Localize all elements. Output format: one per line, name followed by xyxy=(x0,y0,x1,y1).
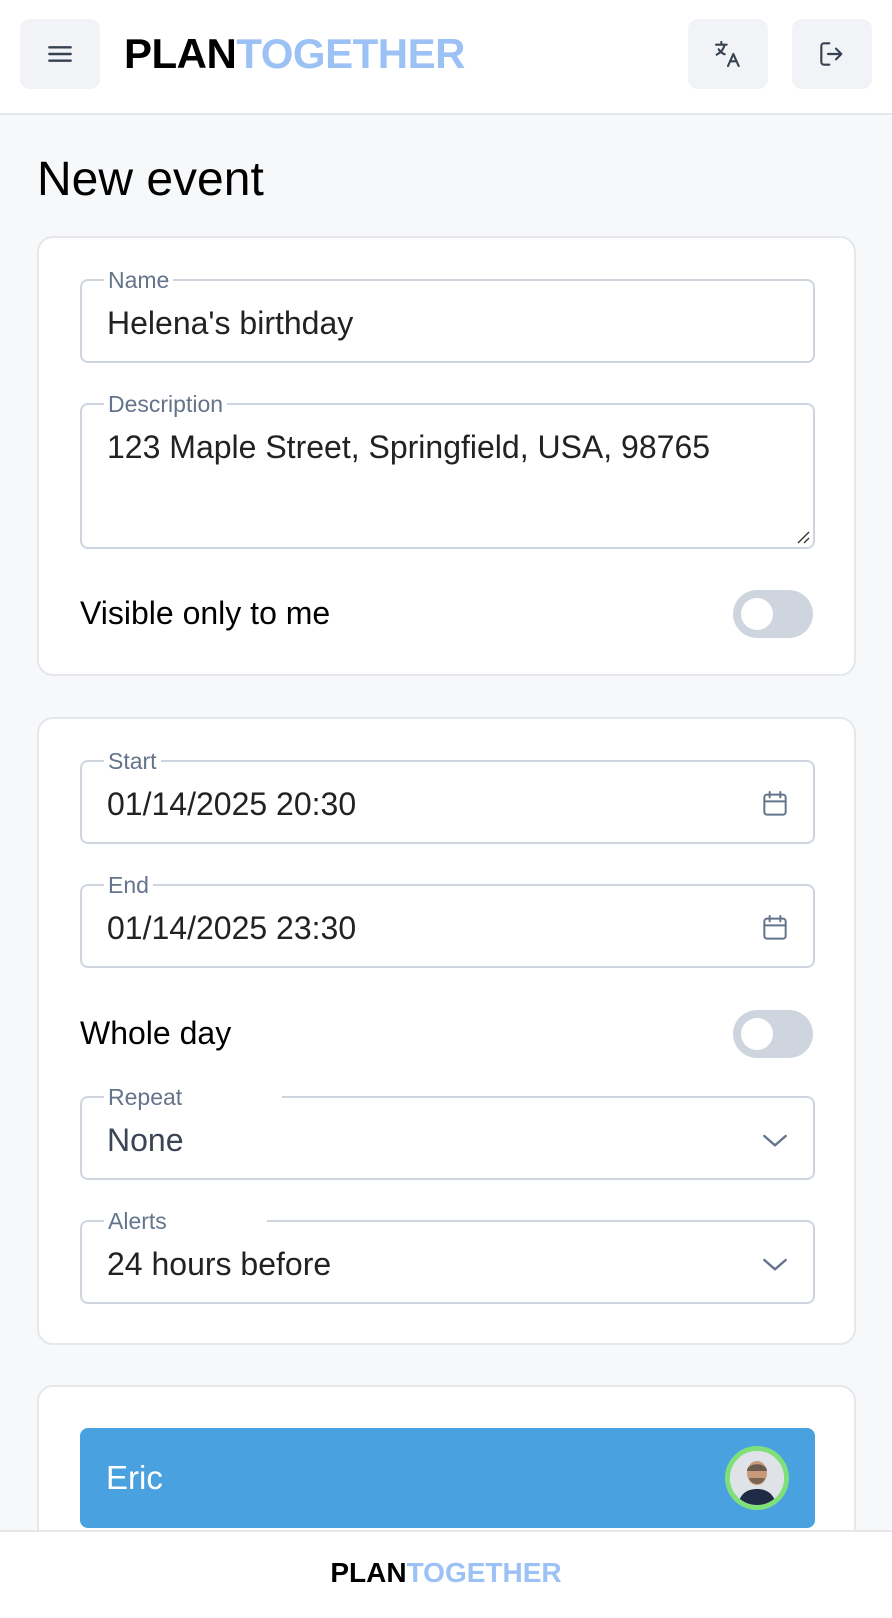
end-field-value[interactable]: 01/14/2025 23:30 xyxy=(107,910,356,946)
chevron-down-icon[interactable] xyxy=(759,1124,791,1156)
repeat-select-label: Repeat xyxy=(104,1084,283,1110)
whole-day-label: Whole day xyxy=(80,1015,232,1051)
event-details-card: Name Helena's birthday Description 123 M… xyxy=(37,236,856,676)
repeat-select-value: None xyxy=(107,1122,184,1158)
bottom-bar: PLANTOGETHER xyxy=(0,1530,892,1618)
visible-only-label: Visible only to me xyxy=(80,595,331,631)
alerts-select-label: Alerts xyxy=(104,1208,267,1234)
start-field-label: Start xyxy=(104,748,161,774)
description-field[interactable]: Description 123 Maple Street, Springfiel… xyxy=(80,391,815,549)
alerts-select[interactable]: Alerts 24 hours before xyxy=(80,1208,815,1304)
visible-only-toggle[interactable] xyxy=(733,590,813,638)
participant-item[interactable]: Eric xyxy=(80,1428,815,1528)
repeat-select[interactable]: Repeat None xyxy=(80,1084,815,1180)
end-field[interactable]: End 01/14/2025 23:30 xyxy=(80,872,815,968)
brand-plan: PLAN xyxy=(124,30,237,77)
footer-brand-plan: PLAN xyxy=(330,1557,407,1588)
name-field-value[interactable]: Helena's birthday xyxy=(107,305,353,341)
chevron-down-icon[interactable] xyxy=(759,1248,791,1280)
toggle-knob xyxy=(741,598,773,630)
end-field-label: End xyxy=(104,872,153,898)
menu-button[interactable] xyxy=(20,19,100,89)
top-bar: PLANTOGETHER xyxy=(0,0,892,115)
description-field-value[interactable]: 123 Maple Street, Springfield, USA, 9876… xyxy=(107,429,710,465)
page-title: New event xyxy=(37,153,264,206)
app-logo[interactable]: PLANTOGETHER xyxy=(124,32,465,76)
start-field[interactable]: Start 01/14/2025 20:30 xyxy=(80,748,815,844)
whole-day-toggle[interactable] xyxy=(733,1010,813,1058)
avatar xyxy=(725,1446,789,1510)
description-field-label: Description xyxy=(104,391,228,417)
start-field-value[interactable]: 01/14/2025 20:30 xyxy=(107,786,356,822)
language-button[interactable] xyxy=(688,19,768,89)
event-schedule-card: Start 01/14/2025 20:30 End 01/14/2025 23… xyxy=(37,717,856,1345)
toggle-knob xyxy=(741,1018,773,1050)
resize-handle-icon[interactable] xyxy=(795,529,811,545)
logout-button[interactable] xyxy=(792,19,872,89)
alerts-select-value: 24 hours before xyxy=(107,1246,332,1282)
participant-name: Eric xyxy=(106,1459,163,1496)
brand-together: TOGETHER xyxy=(236,30,465,77)
person-icon xyxy=(730,1451,784,1505)
footer-logo: PLANTOGETHER xyxy=(0,1558,892,1588)
avatar-image xyxy=(730,1451,784,1505)
calendar-icon[interactable] xyxy=(759,788,791,820)
translate-icon xyxy=(714,40,740,68)
calendar-icon[interactable] xyxy=(759,912,791,944)
name-field[interactable]: Name Helena's birthday xyxy=(80,267,815,363)
name-field-label: Name xyxy=(104,267,174,293)
hamburger-icon xyxy=(48,46,72,62)
footer-brand-together: TOGETHER xyxy=(406,1557,562,1588)
logout-icon xyxy=(820,42,843,66)
